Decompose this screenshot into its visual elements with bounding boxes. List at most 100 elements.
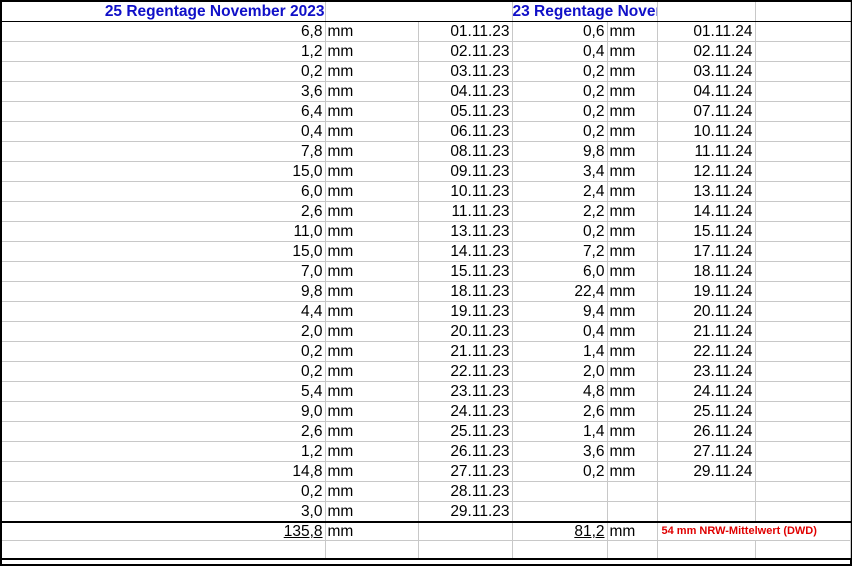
empty-cell[interactable] [755,281,851,302]
date-2023[interactable]: 06.11.23 [418,121,513,142]
unit-2024[interactable]: mm [607,401,658,422]
empty-cell[interactable] [755,501,851,523]
date-2024[interactable]: 01.11.24 [657,21,756,42]
unit-2023[interactable]: mm [325,221,419,242]
value-2023[interactable]: 6,8 [2,21,326,42]
date-2023[interactable]: 05.11.23 [418,101,513,122]
date-2024[interactable]: 23.11.24 [657,361,756,382]
empty-cell[interactable] [755,321,851,342]
date-2023[interactable]: 15.11.23 [418,261,513,282]
date-2023[interactable]: 01.11.23 [418,21,513,42]
date-2024[interactable] [657,481,756,502]
unit-2024[interactable]: mm [607,441,658,462]
value-2024[interactable]: 0,4 [512,321,608,342]
dwd-average-note[interactable]: 54 mm NRW-Mittelwert (DWD) [657,521,851,541]
unit-2024[interactable]: mm [607,101,658,122]
value-2024[interactable]: 9,8 [512,141,608,162]
total-unit-2024[interactable]: mm [607,521,658,541]
value-2023[interactable]: 11,0 [2,221,326,242]
date-2023[interactable]: 02.11.23 [418,41,513,62]
unit-2023[interactable]: mm [325,201,419,222]
value-2023[interactable]: 2,6 [2,421,326,442]
date-2024[interactable]: 21.11.24 [657,321,756,342]
empty-cell[interactable] [755,341,851,362]
empty-cell[interactable] [325,540,419,560]
value-2023[interactable]: 0,2 [2,61,326,82]
value-2024[interactable]: 0,2 [512,221,608,242]
unit-2023[interactable]: mm [325,81,419,102]
total-2023[interactable]: 135,8 [2,521,326,541]
unit-2023[interactable]: mm [325,301,419,322]
value-2023[interactable]: 3,6 [2,81,326,102]
empty-cell[interactable] [755,101,851,122]
value-2024[interactable]: 0,4 [512,41,608,62]
unit-2024[interactable]: mm [607,121,658,142]
empty-cell[interactable] [755,361,851,382]
unit-2023[interactable]: mm [325,121,419,142]
empty-cell[interactable] [755,461,851,482]
empty-cell[interactable] [755,41,851,62]
value-2023[interactable]: 15,0 [2,161,326,182]
value-2023[interactable]: 6,4 [2,101,326,122]
unit-2024[interactable]: mm [607,261,658,282]
date-2023[interactable]: 03.11.23 [418,61,513,82]
date-2024[interactable]: 11.11.24 [657,141,756,162]
unit-2024[interactable]: mm [607,61,658,82]
unit-2024[interactable]: mm [607,161,658,182]
value-2024[interactable] [512,501,608,523]
empty-cell[interactable] [755,261,851,282]
value-2023[interactable]: 1,2 [2,41,326,62]
unit-2024[interactable]: mm [607,341,658,362]
value-2023[interactable]: 5,4 [2,381,326,402]
unit-2024[interactable]: mm [607,141,658,162]
value-2023[interactable]: 0,2 [2,361,326,382]
date-2024[interactable]: 27.11.24 [657,441,756,462]
value-2024[interactable]: 4,8 [512,381,608,402]
date-2024[interactable]: 15.11.24 [657,221,756,242]
unit-2023[interactable]: mm [325,101,419,122]
date-2024[interactable]: 13.11.24 [657,181,756,202]
value-2024[interactable]: 6,0 [512,261,608,282]
empty-cell[interactable] [755,201,851,222]
empty-cell[interactable] [607,540,658,560]
unit-2023[interactable]: mm [325,281,419,302]
unit-2023[interactable]: mm [325,421,419,442]
value-2023[interactable]: 0,4 [2,121,326,142]
value-2024[interactable]: 0,2 [512,101,608,122]
date-2024[interactable]: 26.11.24 [657,421,756,442]
value-2023[interactable]: 7,0 [2,261,326,282]
value-2024[interactable]: 2,4 [512,181,608,202]
total-2024[interactable]: 81,2 [512,521,608,541]
unit-2024[interactable]: mm [607,281,658,302]
unit-2024[interactable]: mm [607,201,658,222]
date-2023[interactable]: 19.11.23 [418,301,513,322]
unit-2023[interactable]: mm [325,141,419,162]
empty-cell[interactable] [755,241,851,262]
unit-2023[interactable]: mm [325,161,419,182]
date-2023[interactable]: 08.11.23 [418,141,513,162]
value-2024[interactable]: 2,6 [512,401,608,422]
date-2024[interactable]: 24.11.24 [657,381,756,402]
unit-2023[interactable]: mm [325,361,419,382]
date-2023[interactable]: 29.11.23 [418,501,513,523]
date-2024[interactable]: 17.11.24 [657,241,756,262]
unit-2023[interactable]: mm [325,441,419,462]
unit-2023[interactable]: mm [325,381,419,402]
value-2023[interactable]: 4,4 [2,301,326,322]
value-2024[interactable]: 9,4 [512,301,608,322]
value-2024[interactable]: 0,2 [512,81,608,102]
unit-2024[interactable] [607,501,658,523]
unit-2023[interactable]: mm [325,481,419,502]
unit-2023[interactable]: mm [325,261,419,282]
date-2023[interactable]: 27.11.23 [418,461,513,482]
unit-2023[interactable]: mm [325,21,419,42]
value-2024[interactable]: 1,4 [512,421,608,442]
value-2024[interactable]: 22,4 [512,281,608,302]
empty-cell[interactable] [755,21,851,42]
date-2023[interactable]: 26.11.23 [418,441,513,462]
date-2023[interactable]: 28.11.23 [418,481,513,502]
empty-cell[interactable] [755,441,851,462]
unit-2024[interactable]: mm [607,181,658,202]
empty-cell[interactable] [755,381,851,402]
value-2023[interactable]: 6,0 [2,181,326,202]
